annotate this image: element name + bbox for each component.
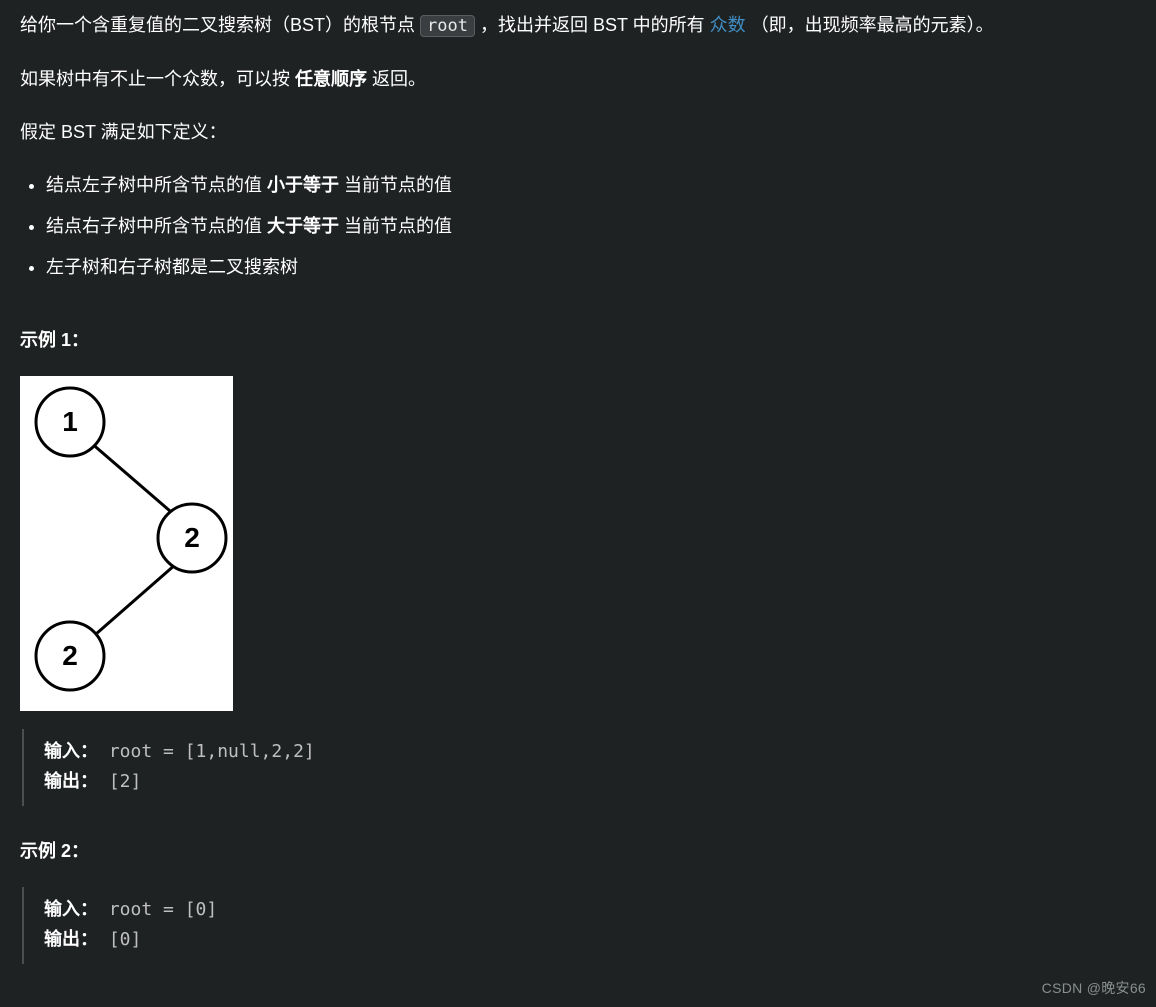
io-line-input: 输入： root = [1,null,2,2] — [44, 737, 1136, 768]
bold-any-order: 任意顺序 — [295, 69, 367, 89]
text: 结点左子树中所含节点的值 — [46, 175, 267, 195]
watermark: CSDN @晚安66 — [1042, 978, 1146, 999]
paragraph-intro-2: 如果树中有不止一个众数，可以按 任意顺序 返回。 — [20, 66, 1136, 93]
example-2-io: 输入： root = [0] 输出： [0] — [22, 887, 1136, 964]
tree-svg: 1 2 2 — [20, 376, 233, 711]
output-label: 输出： — [44, 771, 98, 792]
example-1-title: 示例 1： — [20, 327, 1136, 354]
bold-gte: 大于等于 — [267, 216, 339, 236]
tree-node-3: 2 — [62, 640, 78, 671]
output-label: 输出： — [44, 929, 98, 950]
definition-list: 结点左子树中所含节点的值 小于等于 当前节点的值 结点右子树中所含节点的值 大于… — [20, 172, 1136, 281]
problem-page: 给你一个含重复值的二叉搜索树（BST）的根节点 root ，找出并返回 BST … — [0, 0, 1156, 1007]
text: 给你一个含重复值的二叉搜索树（BST）的根节点 — [20, 15, 420, 35]
input-label: 输入： — [44, 899, 98, 920]
example-2-title: 示例 2： — [20, 838, 1136, 865]
tree-node-1: 1 — [62, 406, 78, 437]
inline-code-root: root — [420, 15, 475, 37]
list-item: 结点左子树中所含节点的值 小于等于 当前节点的值 — [46, 172, 1136, 199]
text: （即，出现频率最高的元素）。 — [751, 15, 994, 35]
output-value: [2] — [109, 771, 142, 792]
mode-link[interactable]: 众数 — [710, 15, 746, 35]
example-1-tree: 1 2 2 — [20, 376, 233, 711]
text: 当前节点的值 — [344, 216, 452, 236]
input-value: root = [1,null,2,2] — [109, 741, 315, 762]
input-label: 输入： — [44, 741, 98, 762]
io-line-output: 输出： [0] — [44, 925, 1136, 956]
tree-node-2: 2 — [184, 522, 200, 553]
paragraph-intro-3: 假定 BST 满足如下定义： — [20, 119, 1136, 146]
text: 当前节点的值 — [344, 175, 452, 195]
paragraph-intro-1: 给你一个含重复值的二叉搜索树（BST）的根节点 root ，找出并返回 BST … — [20, 12, 1136, 40]
text: 返回。 — [372, 69, 426, 89]
input-value: root = [0] — [109, 899, 217, 920]
text: 结点右子树中所含节点的值 — [46, 216, 267, 236]
example-1-io: 输入： root = [1,null,2,2] 输出： [2] — [22, 729, 1136, 806]
io-line-output: 输出： [2] — [44, 767, 1136, 798]
io-line-input: 输入： root = [0] — [44, 895, 1136, 926]
list-item: 左子树和右子树都是二叉搜索树 — [46, 254, 1136, 281]
list-item: 结点右子树中所含节点的值 大于等于 当前节点的值 — [46, 213, 1136, 240]
output-value: [0] — [109, 929, 142, 950]
bold-lte: 小于等于 — [267, 175, 339, 195]
text: ，找出并返回 BST 中的所有 — [480, 15, 710, 35]
text: 如果树中有不止一个众数，可以按 — [20, 69, 295, 89]
